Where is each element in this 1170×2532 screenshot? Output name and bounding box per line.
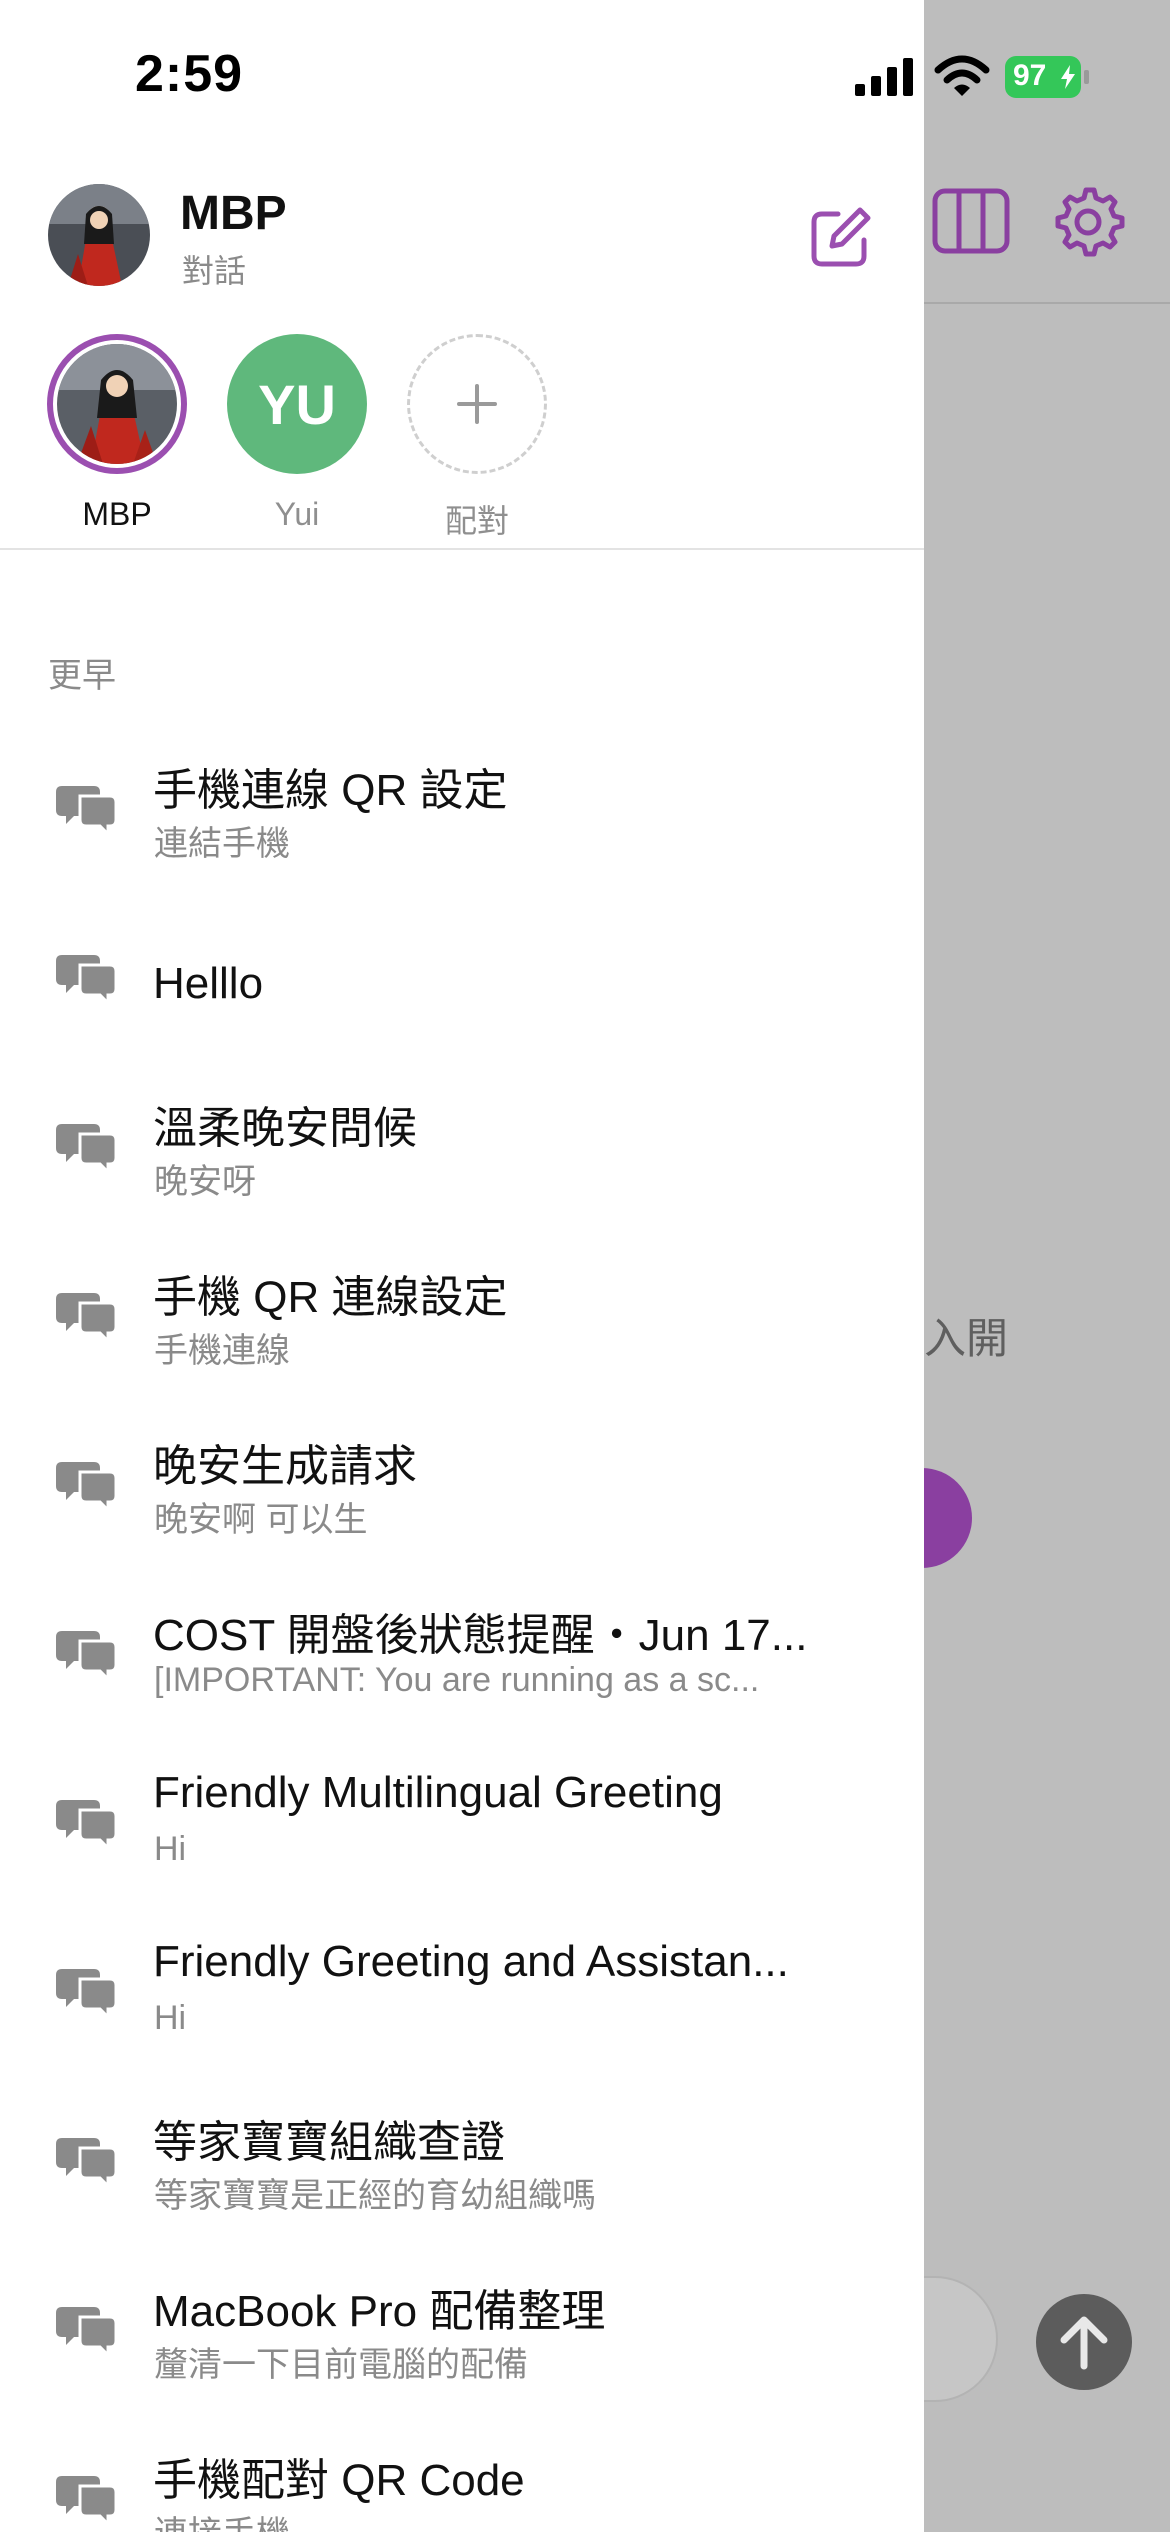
chat-bubbles-icon [56,1969,118,2017]
conversation-title: COST 開盤後狀態提醒・Jun 17... [153,1611,808,1660]
conversation-item[interactable]: Helllo [0,879,924,1048]
conversation-item[interactable]: 溫柔晚安問候 晚安呀 [0,1048,924,1217]
page-subtitle: 對話 [182,253,247,289]
conversation-title: 等家寶寶組織查證 [153,2118,505,2167]
conversation-subtitle: 釐清一下目前電腦的配備 [154,2346,528,2384]
charging-bolt-icon [1061,65,1075,89]
conversation-item[interactable]: COST 開盤後狀態提醒・Jun 17... [IMPORTANT: You ar… [0,1555,924,1724]
contact-label: MBP [82,496,152,532]
conversation-subtitle: 連結手機 [154,825,290,863]
page-title: MBP [180,187,287,240]
conversation-subtitle: Hi [154,1999,187,2037]
chat-bubbles-icon [56,955,118,1003]
sidebar-toggle-icon[interactable] [932,188,1010,254]
battery-indicator: 97 [1005,56,1089,98]
contact-mbp[interactable]: MBP [46,334,188,533]
avatar [47,334,187,474]
conversation-list: 手機連線 QR 設定 連結手機 Helllo 溫柔晚安問候 晚安呀 手機 QR 連線設定手… [0,710,924,2532]
add-contact-circle [407,334,547,474]
conversation-title: Friendly Multilingual Greeting [153,1768,723,1817]
battery-level: 97 [1013,59,1047,92]
conversation-item[interactable]: 手機 QR 連線設定手機連線 [0,1217,924,1386]
conversation-subtitle: 連接手機 [154,2506,834,2532]
background-hint-text: 入開 [924,1315,1009,1362]
settings-gear-icon[interactable] [1050,184,1126,260]
avatar: YU [227,334,367,474]
conversation-item[interactable]: MacBook Pro 配備整理釐清一下目前電腦的配備 [0,2231,924,2400]
conversation-title: 手機 QR 連線設定 [153,1273,508,1322]
contact-yui[interactable]: YU Yui [226,334,368,533]
conversation-subtitle: 晚安啊 可以生 [154,1501,368,1539]
conversation-title: Friendly Greeting and Assistan... [153,1937,789,1986]
chat-bubbles-icon [56,1293,118,1341]
chat-bubbles-icon [56,1462,118,1510]
conversation-item[interactable]: Friendly Greeting and Assistan... Hi [0,1893,924,2062]
conversation-subtitle: 晚安呀 [154,1163,256,1201]
conversation-item[interactable]: 等家寶寶組織查證等家寶寶是正經的育幼組織嗎 [0,2062,924,2231]
avatar[interactable] [48,184,150,286]
conversation-subtitle: 手機連線 [154,1332,290,1370]
conversation-subtitle: 等家寶寶是正經的育幼組織嗎 [154,2177,596,2215]
pair-device-button[interactable]: 配對 [406,334,548,542]
cellular-signal-icon [855,58,913,96]
conversation-title: 手機連線 QR 設定 [153,766,508,815]
chat-bubbles-icon [56,2138,118,2186]
chat-bubbles-icon [56,1800,118,1848]
conversation-title: 溫柔晚安問候 [153,1104,417,1153]
conversation-title: 手機配對 QR Code [153,2456,525,2505]
section-header: 更早 [48,657,116,695]
conversation-subtitle: Hi [154,1830,187,1868]
wifi-icon [934,55,990,96]
send-button[interactable] [1036,2294,1132,2390]
conversation-title: MacBook Pro 配備整理 [153,2287,606,2336]
conversation-drawer: 2:59 MBP 對話 MBP YU Yui 配對 更早 手機連線 QR 設定 … [0,0,924,2532]
contact-label: Yui [274,496,320,532]
divider [0,548,924,550]
chat-bubbles-icon [56,1124,118,1172]
chat-bubbles-icon [56,786,118,834]
conversation-subtitle: [IMPORTANT: You are running as a sc... [154,1661,760,1699]
contact-label: 配對 [444,503,509,539]
conversation-item[interactable]: Friendly Multilingual Greeting Hi [0,1724,924,1893]
compose-icon[interactable] [808,204,874,270]
conversation-title: Helllo [153,959,264,1008]
send-arrow-icon [1060,2316,1108,2370]
status-time: 2:59 [135,45,244,103]
plus-icon [457,384,497,424]
conversation-item[interactable]: 手機配對 QR Code連接手機 [0,2400,924,2532]
chat-bubbles-icon [56,2476,118,2524]
background-header-divider [924,302,1170,304]
chat-bubbles-icon [56,2307,118,2355]
conversation-item[interactable]: 晚安生成請求晚安啊 可以生 [0,1386,924,1555]
conversation-item[interactable]: 手機連線 QR 設定連結手機 [0,710,924,879]
conversation-title: 晚安生成請求 [153,1442,417,1491]
chat-bubbles-icon [56,1631,118,1679]
